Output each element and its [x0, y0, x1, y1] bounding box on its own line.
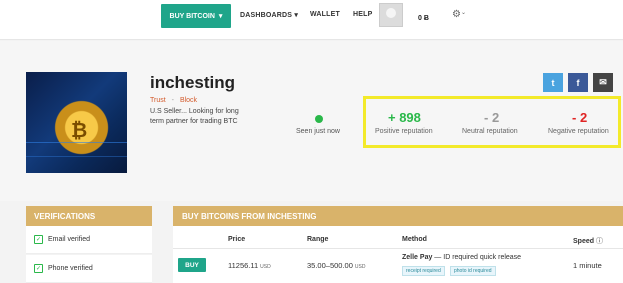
separator: -: [171, 97, 174, 104]
last-seen-text: Seen just now: [296, 128, 340, 135]
gear-icon[interactable]: ⚙⌄: [452, 9, 466, 20]
buy-bitcoin-button[interactable]: BUY BITCOIN ▾: [161, 4, 231, 28]
column-header-speed: Speed ⓘ: [573, 236, 603, 246]
positive-reputation-value: + 898: [388, 110, 421, 125]
chevron-down-icon: ▾: [218, 13, 223, 20]
trust-block-row: Trust - Block: [150, 97, 197, 104]
email-check-icon: ✓: [34, 235, 43, 244]
verification-phone: ✓ Phone verified: [26, 255, 152, 283]
column-header-range: Range: [307, 236, 329, 243]
buy-bitcoins-header: BUY BITCOINS FROM INCHESTING: [173, 206, 623, 226]
profile-bio: U.S Seller... Looking for long term part…: [150, 108, 239, 125]
neutral-reputation-label: Neutral reputation: [462, 128, 518, 135]
range-unit: USD: [354, 264, 366, 270]
email-icon[interactable]: ✉: [593, 73, 613, 92]
dashboards-menu[interactable]: DASHBOARDS ▾: [240, 11, 298, 19]
offer-speed: 1 minute: [573, 261, 602, 270]
price-value: 11256.11: [228, 261, 259, 270]
twitter-icon[interactable]: t: [543, 73, 563, 92]
range-value: 35.00–500.00: [307, 261, 353, 270]
facebook-icon[interactable]: f: [568, 73, 588, 92]
positive-reputation-label: Positive reputation: [375, 128, 433, 135]
column-header-method: Method: [402, 236, 427, 243]
negative-reputation-value: - 2: [572, 110, 588, 125]
online-status-icon: [315, 115, 323, 123]
profile-username: inchesting: [150, 73, 236, 92]
verification-email: ✓ Email verified: [26, 226, 152, 254]
block-link[interactable]: Block: [180, 97, 197, 104]
user-avatar[interactable]: [379, 3, 403, 27]
tag-receipt-required: receipt required: [402, 266, 445, 276]
neutral-reputation-value: - 2: [484, 110, 500, 125]
verifications-header: VERIFICATIONS: [26, 206, 152, 226]
buy-bitcoin-label: BUY BITCOIN: [169, 12, 215, 20]
offer-range: 35.00–500.00 USD: [307, 261, 365, 270]
offer-price: 11256.11 USD: [228, 261, 271, 270]
verification-label: Phone verified: [48, 265, 93, 272]
wallet-balance: 0 Ƀ: [418, 15, 429, 22]
negative-reputation-label: Negative reputation: [548, 128, 609, 135]
profile-picture: ₿: [26, 72, 127, 173]
bitcoin-coin-icon: ₿: [71, 118, 88, 142]
method-name: Zelle Pay: [402, 254, 433, 261]
top-nav-bar: [0, 0, 623, 40]
price-unit: USD: [260, 264, 271, 270]
speed-header-label: Speed: [573, 238, 595, 245]
trust-link[interactable]: Trust: [150, 97, 166, 104]
offer-method[interactable]: Zelle Pay — ID required quick release: [402, 254, 521, 261]
help-circle-icon[interactable]: ⓘ: [596, 238, 603, 245]
buy-button[interactable]: BUY: [178, 258, 206, 272]
verification-label: Email verified: [48, 236, 91, 243]
dashboards-label: DASHBOARDS: [240, 12, 293, 19]
table-divider: [173, 248, 623, 249]
phone-check-icon: ✓: [34, 264, 43, 273]
offers-table: [173, 226, 623, 283]
help-link[interactable]: HELP: [353, 11, 372, 18]
wallet-link[interactable]: WALLET: [310, 11, 340, 18]
chevron-down-icon: ▾: [294, 12, 299, 19]
method-detail: — ID required quick release: [432, 254, 522, 261]
tag-photo-id-required: photo id required: [450, 266, 496, 276]
column-header-price: Price: [228, 236, 246, 243]
